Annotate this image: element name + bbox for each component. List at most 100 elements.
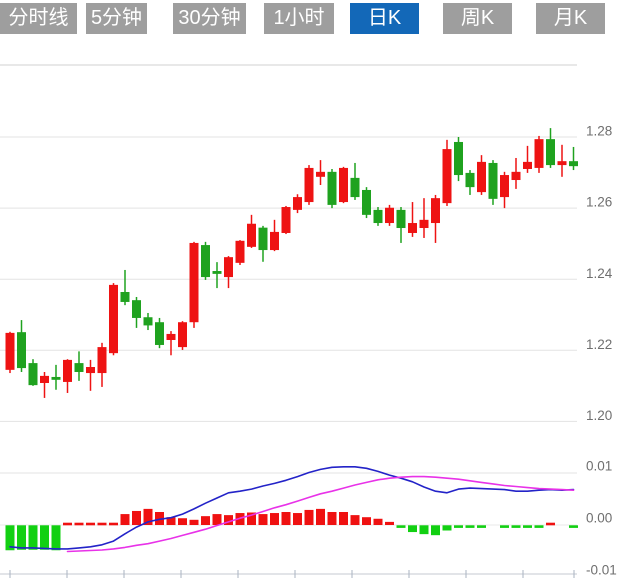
indicator-axis-label: -0.01 bbox=[586, 563, 617, 578]
candle-body bbox=[512, 172, 521, 180]
candle-body bbox=[178, 322, 187, 347]
macd-bar bbox=[397, 525, 406, 528]
candle-body bbox=[362, 190, 371, 215]
candle-body bbox=[374, 210, 383, 223]
candle-body bbox=[558, 161, 567, 165]
macd-dif-line bbox=[10, 467, 574, 549]
macd-bar bbox=[351, 515, 360, 525]
candle-body bbox=[132, 300, 141, 318]
macd-bar bbox=[178, 518, 187, 525]
macd-bar bbox=[282, 512, 291, 525]
candle-body bbox=[6, 333, 15, 370]
macd-bar bbox=[201, 516, 210, 525]
kline-widget: 分时线5分钟30分钟1小时日K周K月K 1.281.261.241.221.20… bbox=[0, 0, 630, 580]
candle-body bbox=[408, 223, 417, 233]
macd-bar bbox=[443, 525, 452, 530]
macd-bar bbox=[17, 525, 26, 549]
macd-bar bbox=[316, 509, 325, 525]
indicator-axis-label: 0.00 bbox=[586, 511, 612, 526]
macd-bar bbox=[121, 514, 130, 525]
candle-body bbox=[236, 241, 245, 263]
candle-body bbox=[144, 317, 153, 325]
macd-bar bbox=[546, 523, 555, 526]
macd-bar bbox=[523, 525, 532, 528]
candle-body bbox=[316, 172, 325, 177]
candle-body bbox=[443, 149, 452, 203]
macd-bar bbox=[408, 525, 417, 532]
price-axis-label: 1.24 bbox=[586, 266, 613, 281]
macd-bar bbox=[569, 525, 578, 528]
candle-body bbox=[109, 285, 118, 353]
macd-bar bbox=[466, 525, 475, 528]
candle-body bbox=[121, 292, 130, 302]
candle-body bbox=[466, 173, 475, 187]
candle-body bbox=[167, 334, 176, 340]
macd-bar bbox=[477, 525, 486, 528]
candle-body bbox=[454, 142, 463, 175]
macd-bar bbox=[500, 525, 509, 528]
candle-body bbox=[213, 271, 222, 274]
candle-body bbox=[500, 175, 509, 197]
candle-body bbox=[259, 228, 268, 250]
candle-body bbox=[535, 139, 544, 168]
candle-body bbox=[63, 360, 72, 382]
macd-bar bbox=[305, 510, 314, 525]
candle-body bbox=[86, 367, 95, 373]
macd-bar bbox=[109, 523, 118, 526]
price-axis-label: 1.20 bbox=[586, 408, 612, 423]
macd-bar bbox=[454, 525, 463, 528]
macd-bar bbox=[63, 523, 72, 526]
candle-body bbox=[477, 162, 486, 192]
candle-body bbox=[98, 347, 107, 373]
candle-body bbox=[17, 332, 26, 368]
candle-body bbox=[305, 168, 314, 202]
candle-body bbox=[52, 377, 61, 380]
price-axis-label: 1.22 bbox=[586, 337, 612, 352]
macd-bar bbox=[29, 525, 38, 549]
macd-bar bbox=[385, 522, 394, 525]
macd-bar bbox=[431, 525, 440, 535]
candle-body bbox=[546, 139, 555, 165]
candle-body bbox=[270, 232, 279, 250]
macd-bar bbox=[259, 514, 268, 525]
candle-body bbox=[569, 161, 578, 166]
candle-body bbox=[29, 363, 38, 385]
kline-chart-canvas: 1.28 1.26 1.24 1.22 1.20 0.01 0.00 -0.01 bbox=[0, 0, 630, 580]
candle-body bbox=[339, 168, 348, 202]
macd-bar bbox=[339, 512, 348, 525]
candle-body bbox=[75, 363, 84, 372]
macd-bar bbox=[535, 525, 544, 528]
candle-body bbox=[293, 197, 302, 210]
macd-bar bbox=[98, 523, 107, 526]
candle-body bbox=[420, 220, 429, 228]
candle-body bbox=[431, 198, 440, 223]
macd-bar bbox=[270, 513, 279, 525]
macd-bar bbox=[213, 514, 222, 525]
macd-bar bbox=[293, 513, 302, 525]
candle-body bbox=[282, 207, 291, 233]
candle-body bbox=[489, 163, 498, 199]
macd-bar bbox=[190, 520, 199, 525]
candle-body bbox=[523, 162, 532, 169]
macd-bar bbox=[362, 517, 371, 525]
price-axis-label: 1.28 bbox=[586, 124, 612, 139]
candle-body bbox=[397, 210, 406, 228]
price-axis-label: 1.26 bbox=[586, 195, 612, 210]
macd-bar bbox=[512, 525, 521, 528]
candle-body bbox=[201, 245, 210, 277]
macd-bar bbox=[374, 519, 383, 525]
indicator-axis-label: 0.01 bbox=[586, 459, 612, 474]
macd-bar bbox=[328, 512, 337, 525]
candle-body bbox=[190, 243, 199, 322]
candle-body bbox=[247, 224, 256, 247]
macd-bar bbox=[75, 523, 84, 526]
macd-bar bbox=[40, 525, 49, 549]
candle-body bbox=[328, 172, 337, 205]
candle-body bbox=[40, 376, 49, 383]
candle-body bbox=[155, 322, 164, 345]
macd-bar bbox=[132, 511, 141, 525]
macd-bar bbox=[52, 525, 61, 550]
macd-bar bbox=[86, 523, 95, 526]
candle-body bbox=[351, 178, 360, 197]
macd-bar bbox=[420, 525, 429, 534]
